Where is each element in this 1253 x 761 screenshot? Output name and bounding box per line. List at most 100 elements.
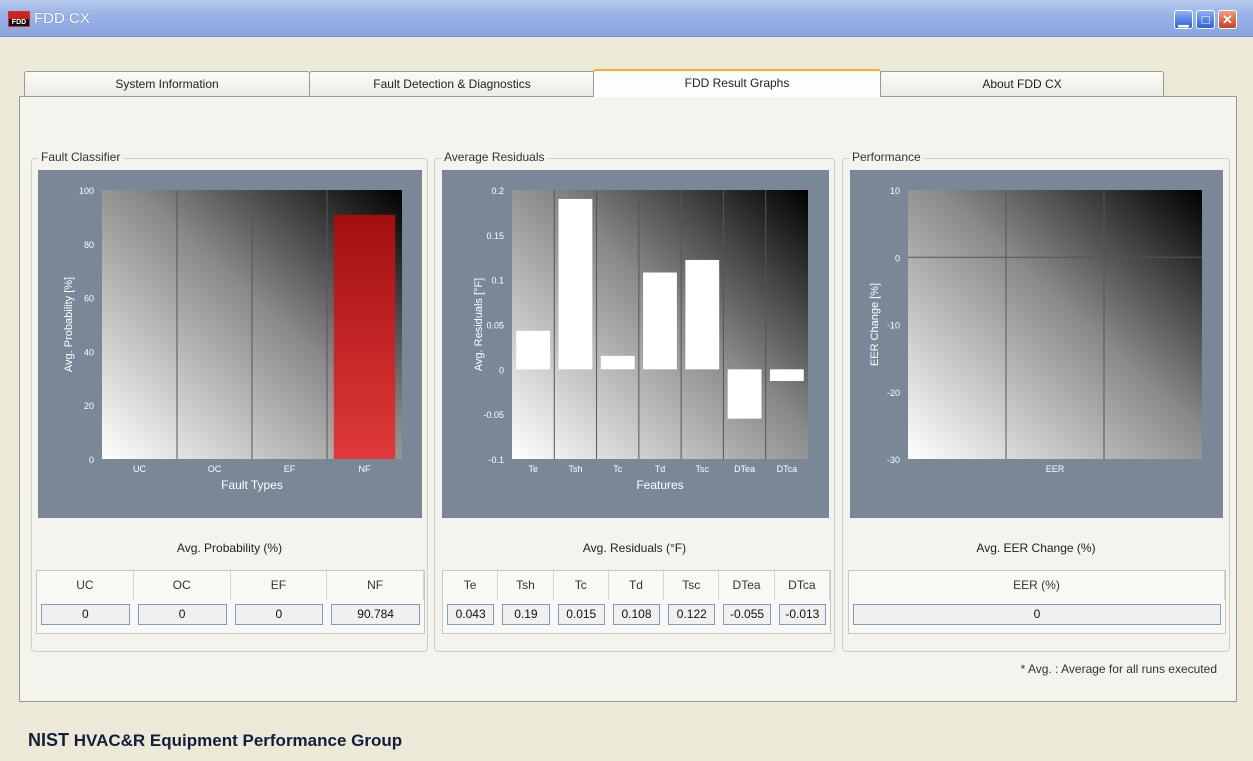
app-icon: FDD <box>8 11 30 27</box>
fault-classifier-chart-svg: 0 20 40 60 80 100 UC OC EF NF Fault Types Avg. Prob… <box>63 186 402 492</box>
average-residuals-chart-svg: -0.1 -0.05 0 0.05 0.1 0.15 0.2 Te Tsh Tc Td Tsc DTea… <box>473 186 808 492</box>
title-bar: FDD FDD CX ▁ □ ✕ <box>0 0 1253 37</box>
value-field[interactable]: 0 <box>234 604 324 625</box>
bar-dtea <box>727 369 762 419</box>
performance-chart-svg: -30 -20 -10 0 10 EER EER Change [%] <box>869 186 1202 474</box>
plot-area <box>908 190 1202 459</box>
bar-tsh <box>558 198 593 370</box>
group-label: Fault Classifier <box>38 150 124 164</box>
y-tick-label: 0.2 <box>491 186 504 196</box>
bar-dtca <box>769 369 804 381</box>
tab-fdd-result-graphs[interactable]: FDD Result Graphs <box>593 69 881 97</box>
average-residuals-chart: -0.1 -0.05 0 0.05 0.1 0.15 0.2 Te Tsh Tc Td Tsc DTea… <box>442 170 829 518</box>
y-tick-label: 40 <box>84 347 94 357</box>
fault-classifier-group: Fault Classifier 0 20 40 60 80 100 UC OC EF NF Fau… <box>31 150 428 652</box>
y-tick-label: -0.1 <box>488 455 504 465</box>
value-field[interactable]: 0 <box>137 604 227 625</box>
y-tick-label: -30 <box>887 455 900 465</box>
bar-tc <box>600 355 635 370</box>
y-axis-label: EER Change [%] <box>869 283 881 366</box>
y-tick-label: -0.05 <box>483 410 504 420</box>
tab-about-fdd-cx[interactable]: About FDD CX <box>880 71 1164 96</box>
y-tick-label: 80 <box>84 240 94 250</box>
y-tick-label: 0.15 <box>486 231 504 241</box>
average-residuals-group: Average Residuals -0.1 -0.05 0 0.05 0.1 0.15 0… <box>434 150 835 652</box>
fault-classifier-table: UC 0 OC 0 EF 0 NF 90.784 <box>36 570 425 634</box>
x-tick-label: Tsc <box>696 464 710 474</box>
window-title: FDD CX <box>34 10 90 27</box>
value-field[interactable]: 0.108 <box>612 604 661 625</box>
x-tick-label: Tsh <box>568 464 582 474</box>
x-tick-label: Te <box>528 464 538 474</box>
x-tick-label: Tc <box>613 464 623 474</box>
table-header-cell: EF <box>231 571 328 600</box>
table-header-cell: Tsc <box>664 571 720 600</box>
x-tick-label: OC <box>208 464 222 474</box>
value-field[interactable]: 0.043 <box>447 604 495 625</box>
bar-tsc <box>685 259 720 370</box>
group-label: Performance <box>849 150 924 164</box>
value-field[interactable]: 0 <box>853 604 1221 625</box>
close-button[interactable]: ✕ <box>1218 10 1237 29</box>
table-header-cell: Te <box>443 571 499 600</box>
performance-table: EER (%) 0 <box>848 570 1226 634</box>
y-tick-label: 60 <box>84 294 94 304</box>
minimize-button[interactable]: ▁ <box>1174 10 1193 29</box>
fault-classifier-chart: 0 20 40 60 80 100 UC OC EF NF Fault Types Avg. Prob… <box>38 170 422 518</box>
value-field[interactable]: 0 <box>41 604 130 625</box>
table-header-cell: DTca <box>775 571 830 600</box>
table-header-cell: Tc <box>554 571 609 600</box>
chart-caption: Avg. EER Change (%) <box>976 541 1096 555</box>
tab-fault-detection-diagnostics[interactable]: Fault Detection & Diagnostics <box>309 71 595 96</box>
chart-caption: Avg. Probability (%) <box>176 541 283 555</box>
footer-group: HVAC&R Equipment Performance Group <box>73 731 403 750</box>
value-field[interactable]: 90.784 <box>331 604 420 625</box>
average-residuals-table: Te 0.043 Tsh 0.19 Tc 0.015 Td 0.108 Tsc 0.122 DTea… <box>442 570 831 634</box>
table-header-cell: UC <box>37 571 134 600</box>
value-field[interactable]: 0.122 <box>668 604 716 625</box>
x-tick-label: DTea <box>734 464 755 474</box>
table-header-cell: OC <box>134 571 231 600</box>
x-tick-label: DTca <box>777 464 798 474</box>
y-tick-label: 100 <box>79 186 94 196</box>
footer-branding: NIST HVAC&R Equipment Performance Group <box>28 730 402 751</box>
y-tick-label: -20 <box>887 388 900 398</box>
x-tick-label: NF <box>359 464 371 474</box>
value-field[interactable]: -0.013 <box>778 604 826 625</box>
bar-te <box>516 330 551 370</box>
x-tick-label: EF <box>284 464 296 474</box>
footer-org: NIST <box>28 730 70 750</box>
y-tick-label: -10 <box>887 321 900 331</box>
y-tick-label: 0.05 <box>486 321 504 331</box>
y-tick-label: 0 <box>499 365 504 375</box>
value-field[interactable]: 0.19 <box>502 604 550 625</box>
x-tick-label: EER <box>1046 464 1065 474</box>
table-header-cell: EER (%) <box>849 571 1225 600</box>
bar-td <box>643 272 677 370</box>
performance-chart: -30 -20 -10 0 10 EER EER Change [%] <box>850 170 1223 518</box>
tab-system-information[interactable]: System Information <box>24 71 310 96</box>
table-header-cell: NF <box>327 571 424 600</box>
value-field[interactable]: 0.015 <box>557 604 605 625</box>
x-axis-label: Fault Types <box>221 478 283 492</box>
y-tick-label: 0 <box>89 455 94 465</box>
x-tick-label: Td <box>655 464 666 474</box>
chart-caption: Avg. Residuals (°F) <box>582 541 687 555</box>
y-axis-label: Avg. Probability [%] <box>63 277 75 372</box>
y-tick-label: 0.1 <box>491 276 504 286</box>
value-field[interactable]: -0.055 <box>723 604 771 625</box>
y-axis-label: Avg. Residuals [°F] <box>473 278 485 371</box>
y-tick-label: 20 <box>84 401 94 411</box>
y-tick-label: 10 <box>890 186 900 196</box>
table-header-cell: DTea <box>719 571 775 600</box>
y-tick-label: 0 <box>895 253 900 263</box>
bar-nf <box>333 214 396 459</box>
x-axis-label: Features <box>636 478 683 492</box>
group-label: Average Residuals <box>441 150 548 164</box>
x-tick-label: UC <box>133 464 146 474</box>
maximize-button[interactable]: □ <box>1196 10 1215 29</box>
performance-group: Performance -30 -20 -10 0 10 EER EER Change [%… <box>842 150 1230 652</box>
table-header-cell: Tsh <box>498 571 554 600</box>
table-header-cell: Td <box>609 571 665 600</box>
footnote: * Avg. : Average for all runs executed <box>1020 662 1217 676</box>
